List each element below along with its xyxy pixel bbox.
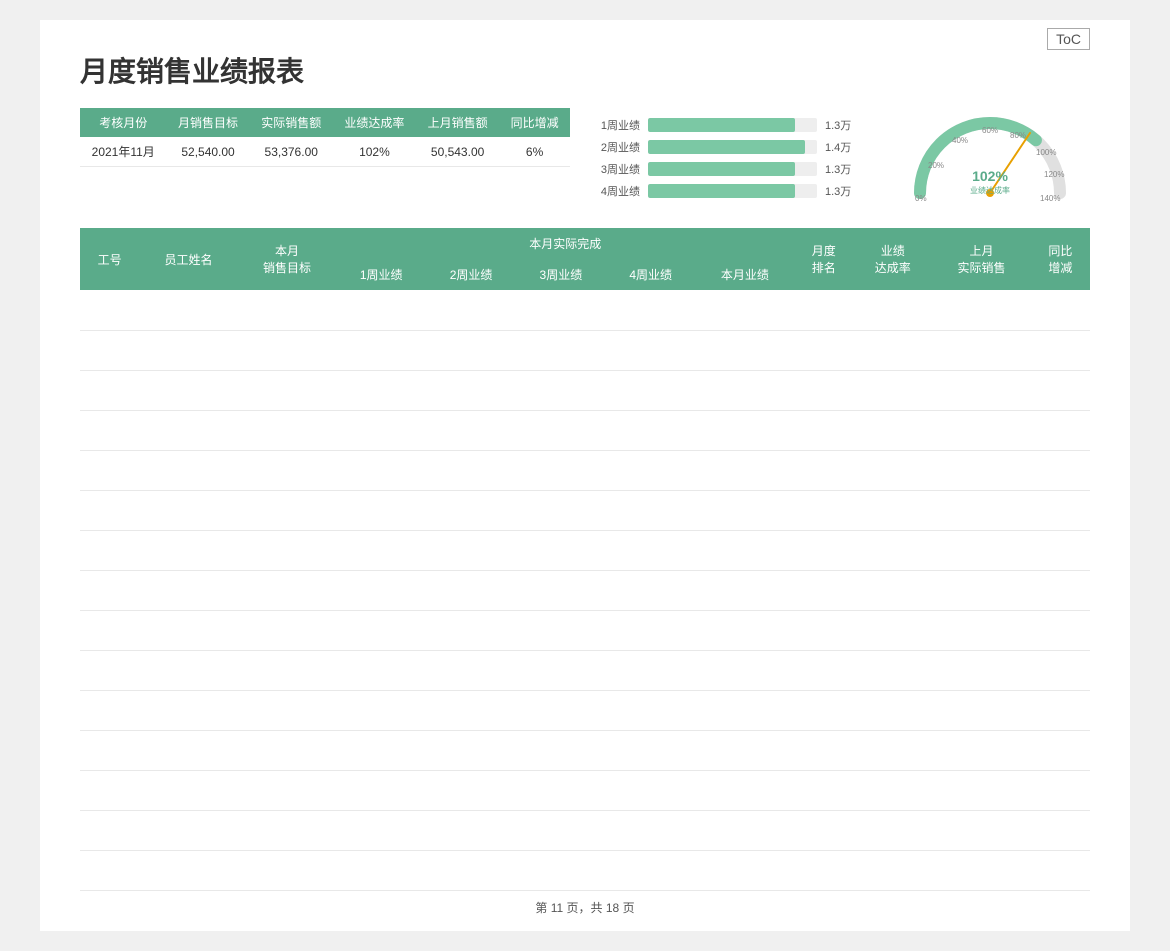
empty-row-10 bbox=[80, 650, 1090, 690]
weekly-label-1: 1周业绩 bbox=[600, 117, 640, 133]
weekly-row-4: 4周业绩 1.3万 bbox=[600, 183, 860, 199]
weekly-value-3: 1.3万 bbox=[825, 161, 860, 177]
weekly-chart: 1周业绩 1.3万 2周业绩 1.4万 3周业绩 1.3万 4周业绩 1.3万 bbox=[600, 108, 860, 208]
empty-row-6 bbox=[80, 490, 1090, 530]
page-container: ToC 月度销售业绩报表 考核月份 月销售目标 实际销售额 业绩达成率 上月销售… bbox=[40, 20, 1130, 931]
weekly-value-1: 1.3万 bbox=[825, 117, 860, 133]
th-monthly-target: 本月销售目标 bbox=[238, 228, 337, 290]
th-employee-name: 员工姓名 bbox=[139, 228, 238, 290]
th-week2: 2周业绩 bbox=[426, 259, 516, 290]
weekly-bar-3 bbox=[648, 162, 795, 176]
detail-header-row-1: 工号 员工姓名 本月销售目标 本月实际完成 月度排名 业绩达成率 上月实际销售 … bbox=[80, 228, 1090, 259]
empty-row-2 bbox=[80, 330, 1090, 370]
empty-row-13 bbox=[80, 770, 1090, 810]
svg-text:60%: 60% bbox=[982, 126, 998, 135]
th-week1: 1周业绩 bbox=[336, 259, 426, 290]
col-header-month: 考核月份 bbox=[80, 108, 166, 137]
th-yoy: 同比增减 bbox=[1031, 228, 1090, 290]
empty-row-4 bbox=[80, 410, 1090, 450]
svg-text:120%: 120% bbox=[1044, 170, 1064, 179]
detail-table: 工号 员工姓名 本月销售目标 本月实际完成 月度排名 业绩达成率 上月实际销售 … bbox=[80, 228, 1090, 891]
empty-row-5 bbox=[80, 450, 1090, 490]
page-title: 月度销售业绩报表 bbox=[80, 50, 1090, 90]
cell-rate: 102% bbox=[333, 137, 416, 167]
col-header-rate: 业绩达成率 bbox=[333, 108, 416, 137]
th-employee-id: 工号 bbox=[80, 228, 139, 290]
weekly-label-2: 2周业绩 bbox=[600, 139, 640, 155]
empty-row-11 bbox=[80, 690, 1090, 730]
weekly-row-1: 1周业绩 1.3万 bbox=[600, 117, 860, 133]
weekly-bar-1 bbox=[648, 118, 795, 132]
gauge-chart: 0% 20% 40% 60% 80% 100% 120% 140% 102% 业… bbox=[890, 108, 1090, 208]
weekly-row-3: 3周业绩 1.3万 bbox=[600, 161, 860, 177]
weekly-bar-wrap-2 bbox=[648, 140, 817, 154]
col-header-target: 月销售目标 bbox=[166, 108, 249, 137]
weekly-row-2: 2周业绩 1.4万 bbox=[600, 139, 860, 155]
toc-label: ToC bbox=[1047, 28, 1090, 50]
weekly-bar-4 bbox=[648, 184, 795, 198]
weekly-bar-2 bbox=[648, 140, 805, 154]
col-header-last: 上月销售额 bbox=[416, 108, 499, 137]
svg-text:100%: 100% bbox=[1036, 148, 1056, 157]
cell-month: 2021年11月 bbox=[80, 137, 166, 167]
empty-row-14 bbox=[80, 810, 1090, 850]
th-monthly-total: 本月业绩 bbox=[696, 259, 795, 290]
th-last-sales: 上月实际销售 bbox=[932, 228, 1031, 290]
footer-page-info: 第 11 页，共 18 页 bbox=[535, 899, 634, 916]
th-monthly-actual-group: 本月实际完成 bbox=[336, 228, 794, 259]
weekly-bar-wrap-4 bbox=[648, 184, 817, 198]
svg-text:140%: 140% bbox=[1040, 194, 1060, 203]
cell-yoy: 6% bbox=[499, 137, 570, 167]
weekly-value-2: 1.4万 bbox=[825, 139, 860, 155]
cell-actual: 53,376.00 bbox=[250, 137, 333, 167]
summary-table: 考核月份 月销售目标 实际销售额 业绩达成率 上月销售额 同比增减 2021年1… bbox=[80, 108, 570, 167]
weekly-value-4: 1.3万 bbox=[825, 183, 860, 199]
empty-row-8 bbox=[80, 570, 1090, 610]
detail-table-wrap: 工号 员工姓名 本月销售目标 本月实际完成 月度排名 业绩达成率 上月实际销售 … bbox=[80, 228, 1090, 891]
svg-text:业绩达成率: 业绩达成率 bbox=[970, 185, 1010, 195]
empty-row-1 bbox=[80, 290, 1090, 330]
svg-text:80%: 80% bbox=[1010, 131, 1026, 140]
summary-table-wrap: 考核月份 月销售目标 实际销售额 业绩达成率 上月销售额 同比增减 2021年1… bbox=[80, 108, 570, 208]
cell-last: 50,543.00 bbox=[416, 137, 499, 167]
col-header-yoy: 同比增减 bbox=[499, 108, 570, 137]
th-week3: 3周业绩 bbox=[516, 259, 606, 290]
top-section: 考核月份 月销售目标 实际销售额 业绩达成率 上月销售额 同比增减 2021年1… bbox=[80, 108, 1090, 208]
svg-text:40%: 40% bbox=[952, 136, 968, 145]
weekly-bar-wrap-1 bbox=[648, 118, 817, 132]
svg-text:0%: 0% bbox=[915, 194, 927, 203]
svg-text:20%: 20% bbox=[928, 161, 944, 170]
empty-row-15 bbox=[80, 850, 1090, 890]
empty-row-7 bbox=[80, 530, 1090, 570]
empty-row-3 bbox=[80, 370, 1090, 410]
weekly-label-3: 3周业绩 bbox=[600, 161, 640, 177]
th-achieve-rate: 业绩达成率 bbox=[853, 228, 932, 290]
col-header-actual: 实际销售额 bbox=[250, 108, 333, 137]
cell-target: 52,540.00 bbox=[166, 137, 249, 167]
th-rank: 月度排名 bbox=[794, 228, 853, 290]
th-week4: 4周业绩 bbox=[606, 259, 696, 290]
weekly-bar-wrap-3 bbox=[648, 162, 817, 176]
gauge-svg: 0% 20% 40% 60% 80% 100% 120% 140% 102% 业… bbox=[910, 108, 1070, 208]
empty-row-12 bbox=[80, 730, 1090, 770]
svg-text:102%: 102% bbox=[972, 168, 1008, 184]
detail-tbody bbox=[80, 290, 1090, 890]
empty-row-9 bbox=[80, 610, 1090, 650]
weekly-label-4: 4周业绩 bbox=[600, 183, 640, 199]
